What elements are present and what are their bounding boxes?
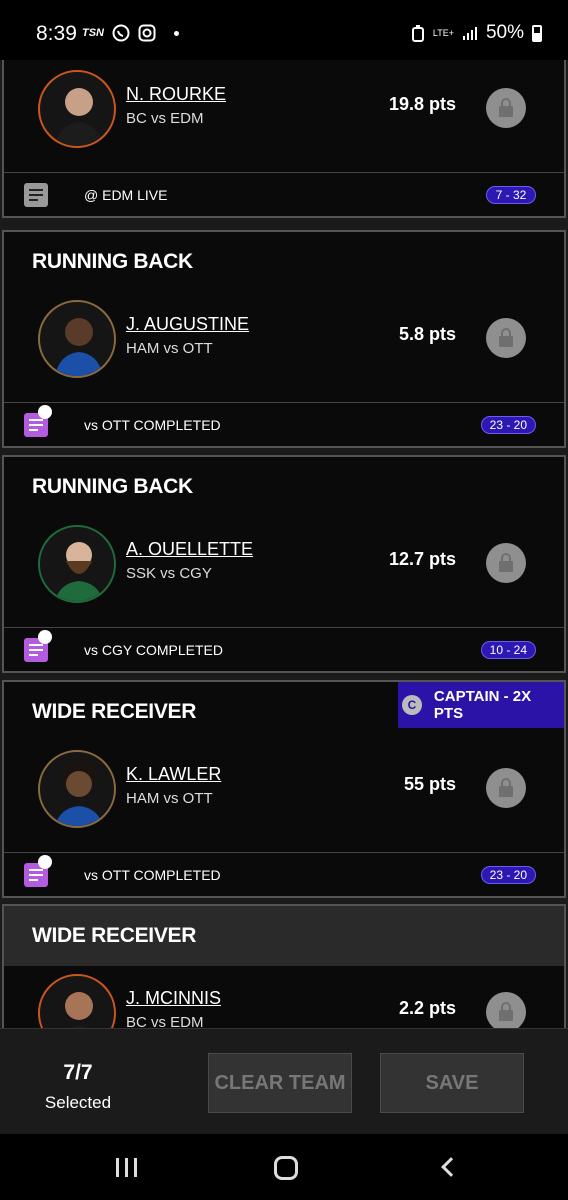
captain-icon: C bbox=[402, 695, 422, 715]
game-status-row: vs OTT COMPLETED 23 - 20 bbox=[4, 852, 564, 896]
player-points: 5.8 pts bbox=[398, 324, 456, 344]
position-heading: RUNNING BACK bbox=[32, 475, 193, 498]
notification-icons: TSN bbox=[82, 24, 179, 42]
score-badge: 7 - 32 bbox=[486, 186, 536, 204]
note-grey-icon[interactable] bbox=[24, 183, 48, 207]
unread-dot-icon bbox=[38, 855, 52, 869]
player-points: 19.8 pts bbox=[388, 94, 456, 114]
lock-icon[interactable] bbox=[486, 768, 526, 808]
score-badge: 23 - 20 bbox=[480, 866, 536, 884]
status-bar: 8:39 TSN LTE+ 50% bbox=[0, 0, 568, 64]
player-avatar bbox=[38, 70, 116, 148]
player-name[interactable]: A. OUELLETTE bbox=[126, 539, 253, 560]
game-status-row: @ EDM LIVE 7 - 32 bbox=[4, 172, 564, 216]
player-card[interactable]: WIDE RECEIVER J. MCINNIS BC vs EDM 2.2 p… bbox=[2, 904, 566, 1028]
player-matchup: BC vs EDM bbox=[126, 110, 204, 127]
team-action-bar: 7/7 Selected CLEAR TEAM SAVE bbox=[0, 1028, 568, 1134]
clear-team-button[interactable]: CLEAR TEAM bbox=[208, 1053, 352, 1113]
lock-icon[interactable] bbox=[486, 88, 526, 128]
note-purple-icon[interactable] bbox=[24, 405, 52, 437]
captain-label: CAPTAIN - 2X PTS bbox=[433, 688, 532, 722]
player-card[interactable]: N. ROURKE BC vs EDM 19.8 pts @ EDM LIVE … bbox=[2, 60, 566, 218]
home-icon[interactable] bbox=[274, 1156, 298, 1180]
battery-percent: 50% bbox=[485, 22, 524, 43]
battery-icon bbox=[532, 24, 542, 42]
player-name[interactable]: J. MCINNIS bbox=[126, 988, 221, 1009]
player-avatar bbox=[38, 300, 116, 378]
player-matchup: HAM vs OTT bbox=[126, 340, 213, 357]
player-row[interactable]: A. OUELLETTE SSK vs CGY 12.7 pts bbox=[4, 517, 564, 627]
player-avatar bbox=[38, 974, 116, 1028]
more-notifications-dot bbox=[174, 30, 179, 36]
player-avatar bbox=[38, 750, 116, 828]
whatsapp-icon bbox=[112, 24, 130, 42]
player-matchup: SSK vs CGY bbox=[126, 565, 212, 582]
game-status: vs OTT COMPLETED bbox=[84, 417, 221, 433]
unread-dot-icon bbox=[38, 630, 52, 644]
system-nav-bar bbox=[0, 1134, 568, 1200]
player-points: 2.2 pts bbox=[398, 998, 456, 1018]
score-badge: 23 - 20 bbox=[480, 416, 536, 434]
position-heading: RUNNING BACK bbox=[32, 250, 193, 273]
game-status: vs CGY COMPLETED bbox=[84, 642, 223, 658]
position-heading: WIDE RECEIVER bbox=[4, 906, 564, 966]
selected-count: 7/7 bbox=[63, 1061, 93, 1084]
player-points: 55 pts bbox=[403, 774, 456, 794]
instagram-icon bbox=[138, 24, 156, 42]
status-time: 8:39 bbox=[36, 22, 77, 45]
player-row[interactable]: N. ROURKE BC vs EDM 19.8 pts bbox=[4, 62, 564, 172]
captain-badge[interactable]: C CAPTAIN - 2X PTS bbox=[398, 682, 564, 728]
player-row[interactable]: J. MCINNIS BC vs EDM 2.2 pts bbox=[4, 966, 564, 1028]
game-status-row: vs CGY COMPLETED 10 - 24 bbox=[4, 627, 564, 671]
player-matchup: HAM vs OTT bbox=[126, 790, 213, 807]
player-card[interactable]: RUNNING BACK A. OUELLETTE SSK vs CGY 12.… bbox=[2, 455, 566, 673]
system-status: LTE+ 50% bbox=[411, 22, 542, 44]
network-type: LTE+ bbox=[432, 27, 454, 38]
data-saver-icon bbox=[411, 25, 424, 42]
lock-icon[interactable] bbox=[486, 543, 526, 583]
recent-apps-icon[interactable] bbox=[116, 1158, 137, 1177]
lock-icon[interactable] bbox=[486, 318, 526, 358]
signal-icon bbox=[462, 27, 477, 40]
player-row[interactable]: J. AUGUSTINE HAM vs OTT 5.8 pts bbox=[4, 292, 564, 402]
game-status: @ EDM LIVE bbox=[84, 187, 168, 203]
tsn-icon: TSN bbox=[82, 27, 104, 39]
lock-icon[interactable] bbox=[486, 992, 526, 1028]
player-name[interactable]: N. ROURKE bbox=[126, 84, 226, 105]
note-purple-icon[interactable] bbox=[24, 855, 52, 887]
player-card[interactable]: WIDE RECEIVER C CAPTAIN - 2X PTS K. LAWL… bbox=[2, 680, 566, 898]
player-name[interactable]: K. LAWLER bbox=[126, 764, 221, 785]
save-button[interactable]: SAVE bbox=[380, 1053, 524, 1113]
game-status-row: vs OTT COMPLETED 23 - 20 bbox=[4, 402, 564, 446]
roster-list[interactable]: N. ROURKE BC vs EDM 19.8 pts @ EDM LIVE … bbox=[0, 60, 568, 1028]
player-avatar bbox=[38, 525, 116, 603]
unread-dot-icon bbox=[38, 405, 52, 419]
selected-label: Selected bbox=[44, 1093, 112, 1112]
score-badge: 10 - 24 bbox=[480, 641, 536, 659]
player-card[interactable]: RUNNING BACK J. AUGUSTINE HAM vs OTT 5.8… bbox=[2, 230, 566, 448]
game-status: vs OTT COMPLETED bbox=[84, 867, 221, 883]
player-matchup: BC vs EDM bbox=[126, 1014, 204, 1028]
player-row[interactable]: K. LAWLER HAM vs OTT 55 pts bbox=[4, 742, 564, 852]
player-points: 12.7 pts bbox=[388, 549, 456, 569]
back-icon[interactable] bbox=[441, 1157, 461, 1177]
player-name[interactable]: J. AUGUSTINE bbox=[126, 314, 249, 335]
note-purple-icon[interactable] bbox=[24, 630, 52, 662]
